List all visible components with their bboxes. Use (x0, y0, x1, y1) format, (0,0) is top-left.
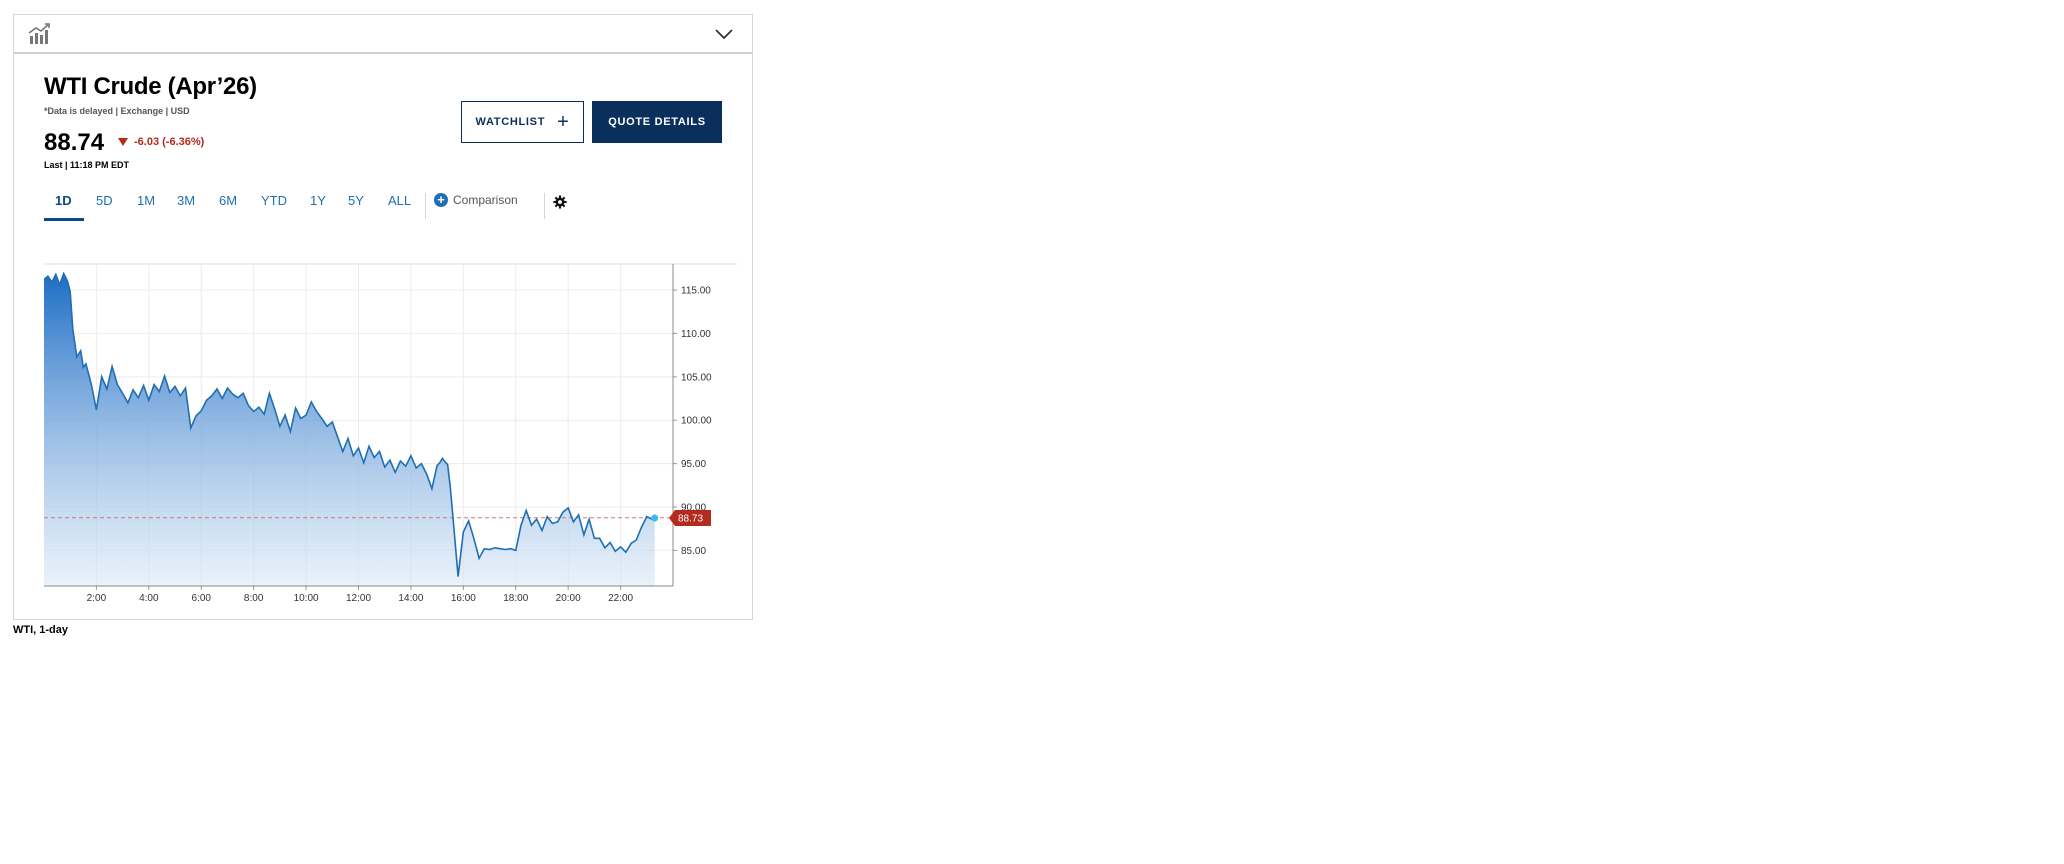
price-area (44, 273, 655, 586)
tab-ytd[interactable]: YTD (261, 193, 287, 208)
price-change: -6.03 (-6.36%) (118, 136, 204, 148)
y-tick-label: 105.00 (681, 372, 712, 383)
widget-topbar (14, 15, 752, 54)
x-axis-labels: 2:00 4:00 6:00 8:00 10:00 12:00 14:00 16:00 18:0… (87, 593, 634, 604)
watchlist-button[interactable]: WATCHLIST + (461, 101, 584, 143)
y-tick-label: 115.00 (681, 286, 711, 297)
y-tick-label: 85.00 (681, 546, 706, 557)
x-tick-label: 4:00 (139, 593, 159, 604)
watchlist-label: WATCHLIST (475, 116, 546, 128)
gear-icon[interactable] (553, 195, 567, 209)
bar-chart-icon[interactable] (28, 23, 52, 45)
x-tick-label: 2:00 (87, 593, 107, 604)
tab-all[interactable]: ALL (388, 193, 411, 208)
x-tick-label: 22:00 (608, 593, 633, 604)
quote-details-label: QUOTE DETAILS (608, 116, 706, 128)
tab-6m[interactable]: 6M (219, 193, 237, 208)
tab-divider (425, 193, 426, 219)
tab-3m[interactable]: 3M (177, 193, 195, 208)
chart-widget: WTI Crude (Apr’26) *Data is delayed | Ex… (13, 14, 753, 620)
down-triangle-icon (118, 138, 128, 146)
y-tick-label: 110.00 (681, 329, 711, 340)
x-tick-label: 16:00 (451, 593, 476, 604)
x-tick-label: 20:00 (556, 593, 581, 604)
x-tick-label: 12:00 (346, 593, 371, 604)
x-tick-label: 10:00 (294, 593, 319, 604)
price-change-value: -6.03 (-6.36%) (134, 136, 205, 148)
comparison-label: Comparison (453, 193, 518, 207)
last-price-tag-text: 88.73 (678, 514, 703, 525)
tab-5y[interactable]: 5Y (348, 193, 364, 208)
x-tick-label: 8:00 (244, 593, 264, 604)
chevron-down-icon[interactable] (714, 28, 734, 40)
data-disclaimer: *Data is delayed | Exchange | USD (44, 106, 190, 116)
add-circle-icon: + (434, 193, 448, 207)
last-price-dot (651, 514, 659, 522)
tab-divider (544, 193, 545, 219)
plus-icon: + (557, 111, 570, 133)
quote-details-button[interactable]: QUOTE DETAILS (592, 101, 722, 143)
last-price: 88.74 (44, 129, 105, 156)
y-tick-label: 95.00 (681, 459, 706, 470)
y-tick-label: 100.00 (681, 416, 712, 427)
comparison-button[interactable]: + Comparison (434, 193, 518, 207)
x-tick-label: 18:00 (503, 593, 528, 604)
instrument-title: WTI Crude (Apr’26) (44, 73, 257, 100)
x-tick-label: 6:00 (192, 593, 212, 604)
active-tab-indicator (44, 218, 84, 221)
tab-1d[interactable]: 1D (55, 193, 72, 208)
last-updated: Last | 11:18 PM EDT (44, 160, 130, 170)
last-price-tag: 88.73 (669, 510, 711, 527)
chart-caption: WTI, 1-day (13, 624, 69, 636)
price-chart[interactable]: 115.00110.00105.00100.0095.0090.0085.00 … (44, 248, 744, 608)
tab-1y[interactable]: 1Y (310, 193, 326, 208)
tab-1m[interactable]: 1M (137, 193, 155, 208)
x-tick-label: 14:00 (398, 593, 423, 604)
tab-5d[interactable]: 5D (96, 193, 113, 208)
